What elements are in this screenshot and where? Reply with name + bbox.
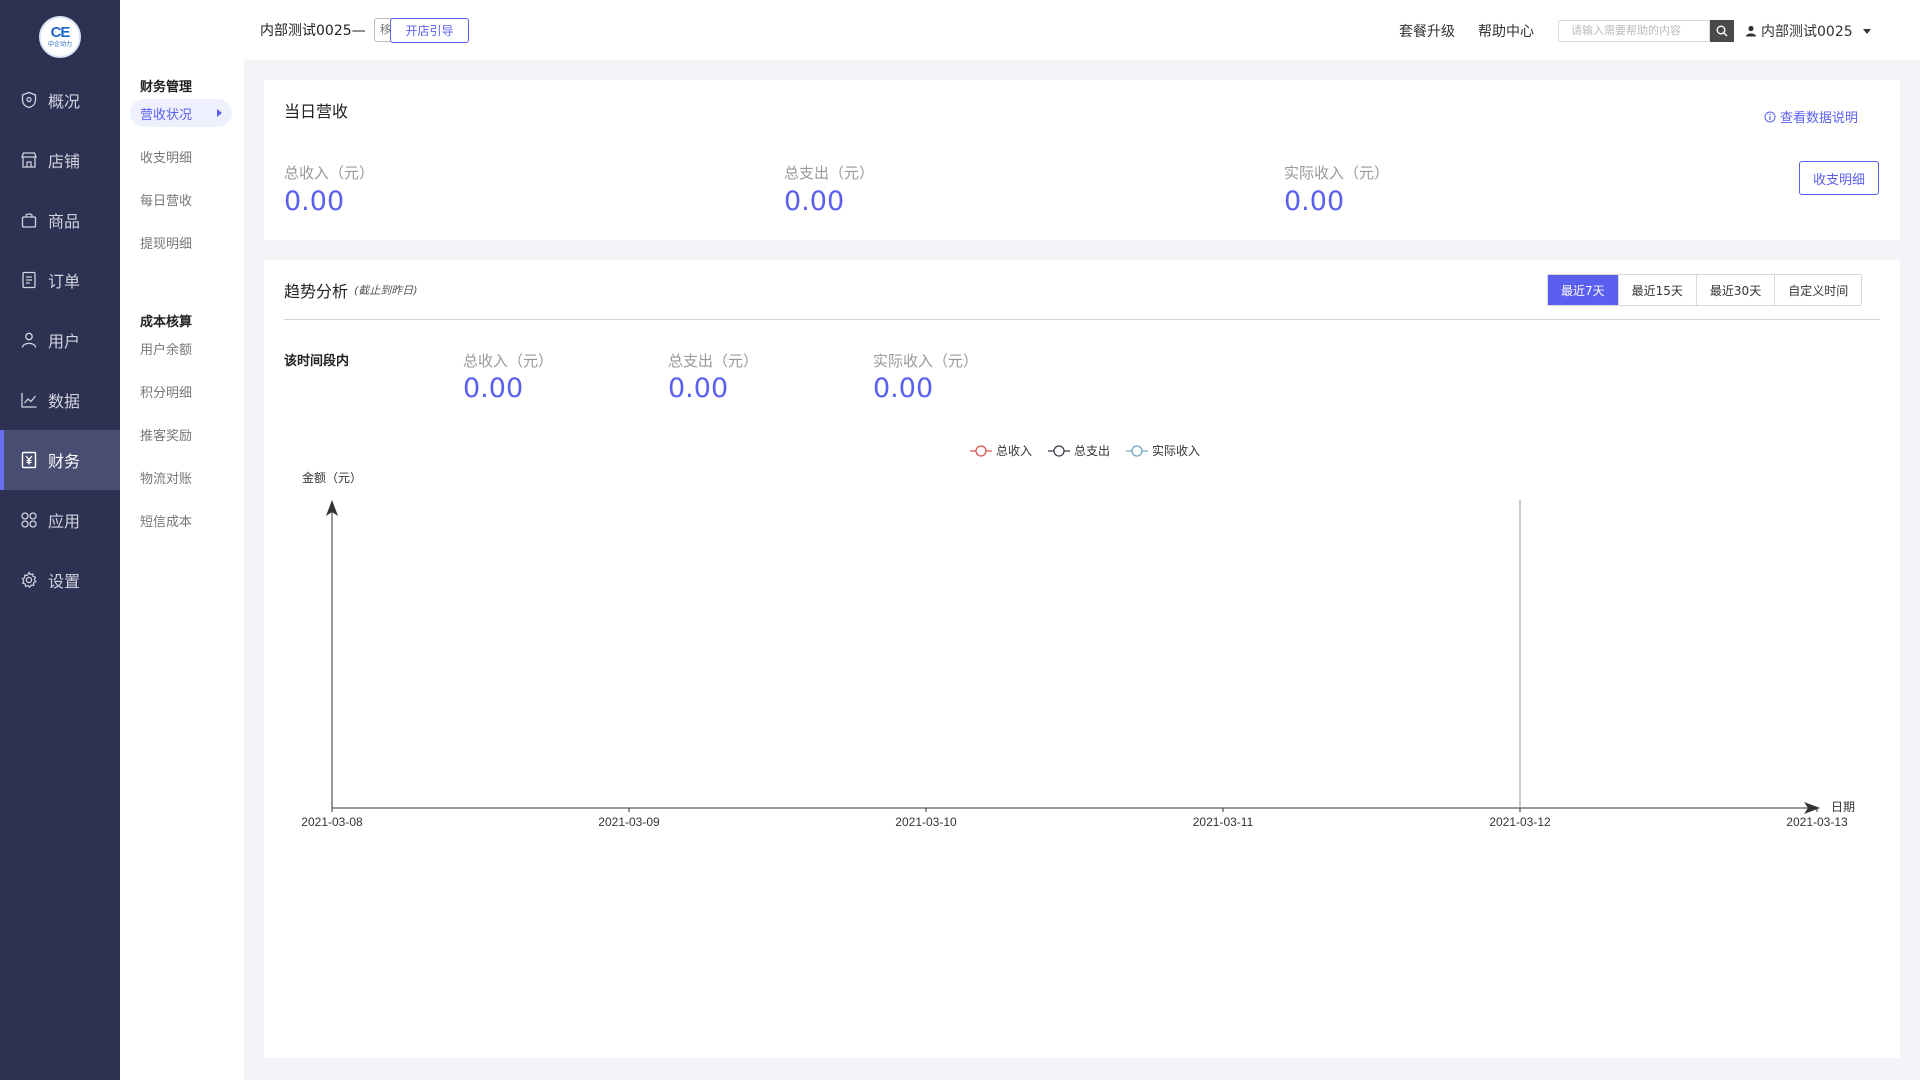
- user-menu[interactable]: 内部测试0025: [1745, 21, 1871, 41]
- caret-right-icon: [217, 109, 222, 117]
- subnav-item[interactable]: 收支明细: [130, 142, 232, 170]
- search-button[interactable]: [1710, 20, 1734, 42]
- today-income-value: 0.00: [284, 186, 345, 217]
- nav-item-yuan[interactable]: 财务: [0, 430, 120, 490]
- today-revenue-card: 当日营收 查看数据说明 总收入（元） 0.00 总支出（元） 0.00 实际收入…: [264, 80, 1900, 240]
- subnav-item[interactable]: 提现明细: [130, 228, 232, 256]
- today-revenue-title: 当日营收: [284, 102, 349, 121]
- data-note-text: 查看数据说明: [1780, 111, 1859, 126]
- nav-item-label: 概况: [48, 92, 81, 111]
- logo-text: 中企动力: [47, 41, 72, 48]
- trend-line-chart: 总收入 总支出 实际收入金额（元） 日期 2021-03-08 2021-03-09 202…: [301, 443, 1855, 829]
- income-expense-details-button[interactable]: 收支明细: [1799, 161, 1879, 195]
- user-icon: [20, 331, 38, 349]
- nav-item-store[interactable]: 店铺: [0, 130, 120, 190]
- nav-item-shield[interactable]: 概况: [0, 70, 120, 130]
- yuan-icon: [20, 451, 38, 469]
- subnav-item[interactable]: 物流对账: [130, 463, 232, 491]
- nav-item-document[interactable]: 订单: [0, 250, 120, 310]
- trend-analysis-card: 趋势分析 (截止到昨日) 最近7天 最近15天 最近30天 自定义时间 该时间段内 总…: [264, 260, 1900, 1058]
- brand-logo[interactable]: CE 中企动力: [39, 16, 81, 58]
- top-header: 内部测试0025— 移动商城-专业版 开店引导 套餐升级 帮助中心 请输入需要帮…: [244, 0, 1920, 60]
- x-tick-label: 2021-03-09: [598, 815, 660, 829]
- today-actual-value: 0.00: [1284, 186, 1345, 217]
- nav-item-label: 用户: [48, 332, 81, 351]
- legend-marker: [1053, 445, 1065, 457]
- bag-icon: [20, 211, 38, 229]
- subnav-item-label: 每日营收: [140, 193, 193, 209]
- shop-name: 内部测试0025—: [260, 23, 366, 39]
- nav-item-label: 应用: [48, 512, 81, 531]
- nav-item-apps[interactable]: 应用: [0, 490, 120, 550]
- subnav-group-title: 成本核算: [140, 315, 193, 330]
- user-name: 内部测试0025: [1761, 24, 1853, 40]
- nav-item-label: 店铺: [48, 152, 81, 171]
- info-icon: [1764, 111, 1776, 122]
- document-icon: [20, 271, 38, 289]
- subnav-item[interactable]: 用户余额: [130, 334, 232, 362]
- subnav-item[interactable]: 推客奖励: [130, 420, 232, 448]
- logo-mark: CE: [50, 24, 71, 41]
- store-icon: [20, 151, 38, 169]
- open-store-guide-button[interactable]: 开店引导: [390, 18, 469, 43]
- subnav-item[interactable]: 每日营收: [130, 185, 232, 213]
- nav-item-label: 财务: [48, 452, 81, 471]
- finance-subnav: 财务管理营收状况收支明细每日营收提现明细成本核算用户余额积分明细推客奖励物流对账…: [120, 0, 244, 1080]
- help-center-link[interactable]: 帮助中心: [1478, 21, 1534, 41]
- legend-label: 总收入: [996, 444, 1032, 458]
- legend-label: 实际收入: [1152, 443, 1200, 458]
- subnav-group-title: 财务管理: [140, 80, 193, 95]
- legend-label: 总支出: [1074, 444, 1110, 458]
- subnav-item-label: 营收状况: [140, 107, 193, 123]
- subnav-item-label: 积分明细: [140, 385, 193, 401]
- subnav-item-label: 用户余额: [140, 342, 193, 358]
- help-search-input[interactable]: 请输入需要帮助的内容: [1558, 20, 1710, 42]
- chevron-down-icon: [1862, 28, 1871, 34]
- today-actual-label: 实际收入（元）: [1284, 164, 1390, 182]
- search-icon: [1716, 25, 1728, 37]
- subnav-item-label: 短信成本: [140, 514, 193, 530]
- nav-item-label: 设置: [48, 572, 81, 591]
- today-expense-value: 0.00: [784, 186, 845, 217]
- y-axis-label: 金额（元）: [302, 470, 362, 485]
- today-income-label: 总收入（元）: [284, 164, 375, 182]
- x-tick-label: 2021-03-13: [1786, 815, 1848, 829]
- today-expense-label: 总支出（元）: [784, 164, 875, 182]
- x-tick-label: 2021-03-08: [301, 815, 363, 829]
- main-sidebar: CE 中企动力 概况店铺商品订单用户数据财务应用设置: [0, 0, 120, 1080]
- legend-marker: [1131, 445, 1143, 457]
- nav-item-label: 商品: [48, 212, 81, 231]
- upgrade-plan-link[interactable]: 套餐升级: [1399, 21, 1455, 41]
- user-icon: [1746, 25, 1756, 37]
- subnav-item[interactable]: 积分明细: [130, 377, 232, 405]
- nav-item-label: 数据: [48, 392, 81, 411]
- subnav-item[interactable]: 营收状况: [130, 99, 232, 127]
- subnav-item-label: 收支明细: [140, 150, 193, 166]
- x-axis-label: 日期: [1831, 800, 1855, 814]
- legend-marker: [975, 445, 987, 457]
- x-tick-label: 2021-03-11: [1193, 815, 1254, 829]
- data-note-link[interactable]: 查看数据说明: [1764, 107, 1858, 126]
- nav-item-label: 订单: [48, 272, 81, 291]
- nav-item-gear[interactable]: 设置: [0, 550, 120, 610]
- subnav-item-label: 提现明细: [140, 236, 193, 252]
- x-tick-label: 2021-03-10: [895, 815, 957, 829]
- subnav-item-label: 推客奖励: [140, 428, 193, 444]
- nav-item-bag[interactable]: 商品: [0, 190, 120, 250]
- gear-icon: [20, 571, 38, 589]
- subnav-item[interactable]: 短信成本: [130, 506, 232, 534]
- nav-item-user[interactable]: 用户: [0, 310, 120, 370]
- apps-icon: [20, 511, 38, 529]
- nav-item-line-chart[interactable]: 数据: [0, 370, 120, 430]
- line-chart-icon: [20, 391, 38, 409]
- x-tick-label: 2021-03-12: [1489, 815, 1551, 829]
- shield-icon: [20, 91, 38, 109]
- subnav-item-label: 物流对账: [140, 471, 193, 487]
